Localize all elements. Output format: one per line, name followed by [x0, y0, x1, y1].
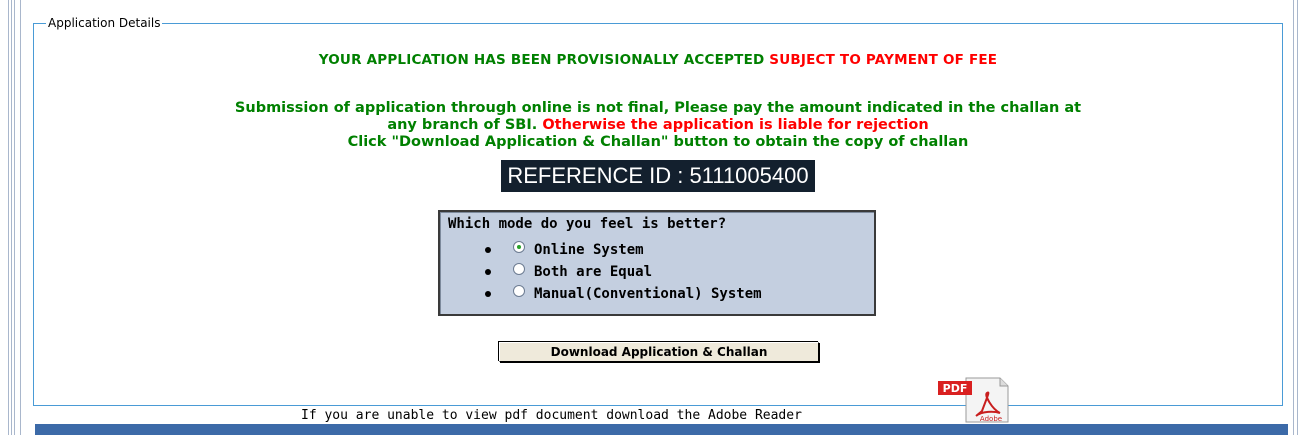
bullet-icon [485, 291, 491, 297]
mode-poll: Which mode do you feel is better? Online… [438, 210, 876, 316]
bottom-bar [35, 424, 1288, 435]
download-application-button[interactable]: Download Application & Challan [499, 342, 819, 362]
instruction-line-1: Submission of application through online… [234, 100, 1082, 116]
adobe-reader-note: If you are unable to view pdf document d… [301, 408, 802, 423]
poll-option-label: Online System [534, 242, 644, 258]
pdf-caption: Adobe [980, 415, 1002, 423]
instruction-line-2-red: Otherwise the application is liable for … [542, 117, 929, 133]
instruction-line-3: Click "Download Application & Challan" b… [347, 134, 969, 150]
poll-question: Which mode do you feel is better? [448, 216, 727, 232]
poll-option-manual[interactable]: Manual(Conventional) System [485, 284, 762, 304]
application-details-fieldset: Application Details YOUR APPLICATION HAS… [33, 16, 1283, 423]
accepted-text: YOUR APPLICATION HAS BEEN PROVISIONALLY … [318, 52, 765, 68]
bullet-icon [485, 247, 491, 253]
poll-option-label: Both are Equal [534, 264, 653, 280]
radio-equal[interactable] [513, 263, 525, 275]
fieldset-legend: Application Details [48, 16, 161, 30]
left-border-lines [0, 0, 22, 435]
pdf-badge-text: PDF [943, 382, 968, 395]
bullet-icon [485, 269, 491, 275]
status-line: YOUR APPLICATION HAS BEEN PROVISIONALLY … [34, 52, 1282, 68]
right-border-lines [1290, 0, 1302, 435]
radio-manual[interactable] [513, 285, 525, 297]
payment-text: SUBJECT TO PAYMENT OF FEE [769, 52, 998, 68]
reference-wrapper: REFERENCE ID : 5111005400 [34, 160, 1282, 192]
poll-option-equal[interactable]: Both are Equal [485, 262, 652, 282]
instruction-line-2: any branch of SBI. Otherwise the applica… [34, 117, 1282, 134]
poll-option-label: Manual(Conventional) System [534, 286, 762, 302]
radio-online[interactable] [513, 241, 525, 253]
instruction-line-2-green: any branch of SBI. [387, 117, 538, 133]
pdf-icon[interactable]: PDF Adobe [938, 375, 1010, 423]
instructions: Submission of application through online… [34, 100, 1282, 151]
reference-id: REFERENCE ID : 5111005400 [501, 160, 815, 192]
poll-option-online[interactable]: Online System [485, 240, 644, 260]
